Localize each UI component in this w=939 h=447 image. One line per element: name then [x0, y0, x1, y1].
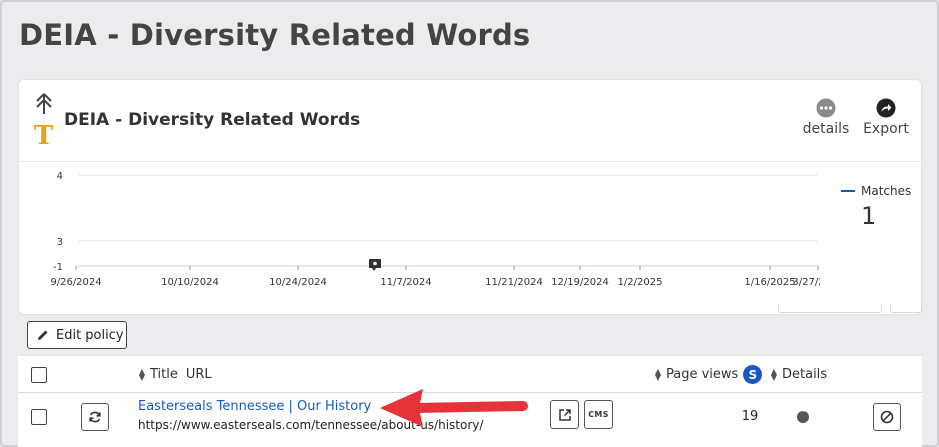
page-views-value: 19	[741, 409, 759, 424]
sort-icon: ▲ ▼	[138, 366, 146, 382]
matches-chart: 4 3 -1 9/26/2024 10/10/2024 10/24/2024 11/7/20…	[50, 171, 820, 288]
column-page-views-label: Page views	[666, 367, 739, 382]
chart-legend: Matches 1	[841, 184, 931, 230]
edit-policy-button[interactable]: Edit policy	[27, 321, 127, 349]
x-tick-label: 11/7/2024	[380, 277, 431, 288]
y-tick-label: 4	[57, 171, 63, 182]
refresh-icon	[89, 411, 101, 423]
share-arrow-icon	[876, 98, 896, 118]
row-details-icon[interactable]	[797, 407, 809, 423]
x-tick-label: 11/21/2024	[485, 277, 543, 288]
details-label: details	[802, 121, 850, 137]
sort-icon: ▲ ▼	[770, 366, 778, 382]
ban-icon	[880, 410, 894, 424]
select-all-checkbox[interactable]	[31, 367, 47, 383]
source-badge: S	[743, 365, 763, 384]
recheck-button[interactable]	[81, 403, 109, 431]
page-title: DEIA - Diversity Related Words	[19, 18, 531, 52]
more-horizontal-icon	[816, 98, 836, 118]
tab-stub	[778, 305, 882, 313]
x-tick-label: 1/16/2025	[744, 277, 795, 288]
cms-button[interactable]: CMS	[584, 400, 613, 429]
annotation-arrow	[380, 389, 528, 427]
sort-icon: ▲ ▼	[654, 366, 662, 382]
column-url-label[interactable]: URL	[186, 367, 212, 382]
y-tick-label: 3	[57, 237, 63, 248]
x-tick-label: 1/2/2025	[618, 277, 663, 288]
legend-label: Matches	[861, 184, 912, 198]
external-link-icon	[558, 408, 571, 421]
tab-stub	[890, 305, 922, 313]
card-title: DEIA - Diversity Related Words	[64, 110, 361, 130]
x-tick-label: 9/26/2024	[50, 277, 101, 288]
svg-text:T: T	[34, 121, 54, 148]
row-checkbox[interactable]	[31, 409, 47, 425]
legend-item-matches[interactable]: Matches	[841, 184, 931, 198]
ignore-button[interactable]	[873, 403, 901, 431]
legend-value: 1	[861, 202, 877, 230]
arrow-up-t-logo: T	[34, 93, 54, 148]
x-tick-label: 12/19/2024	[551, 277, 609, 288]
export-button[interactable]: Export	[861, 98, 911, 137]
legend-swatch	[841, 190, 855, 192]
card-header: T DEIA - Diversity Related Words details…	[19, 80, 921, 162]
x-tick-label: 10/10/2024	[161, 277, 219, 288]
x-tick-label: 3/27/2025	[792, 277, 820, 288]
page-title-link[interactable]: Easterseals Tennessee | Our History	[138, 399, 371, 414]
open-external-button[interactable]	[550, 400, 579, 429]
y-tick-label: -1	[53, 262, 63, 273]
x-tick-label: 10/24/2024	[269, 277, 327, 288]
export-label: Export	[863, 121, 909, 137]
comment-icon-dot	[373, 261, 377, 266]
column-title-label: Title	[150, 367, 178, 382]
column-header-page-views[interactable]: ▲ ▼ Page views S	[654, 365, 763, 384]
edit-policy-label: Edit policy	[56, 327, 124, 343]
column-header-title[interactable]: ▲ ▼ Title URL	[138, 367, 212, 382]
cms-label: CMS	[588, 410, 609, 419]
pencil-icon	[38, 330, 48, 340]
column-header-details[interactable]: ▲ ▼ Details	[770, 367, 827, 382]
column-details-label: Details	[782, 367, 828, 382]
details-button[interactable]: details	[801, 98, 851, 137]
